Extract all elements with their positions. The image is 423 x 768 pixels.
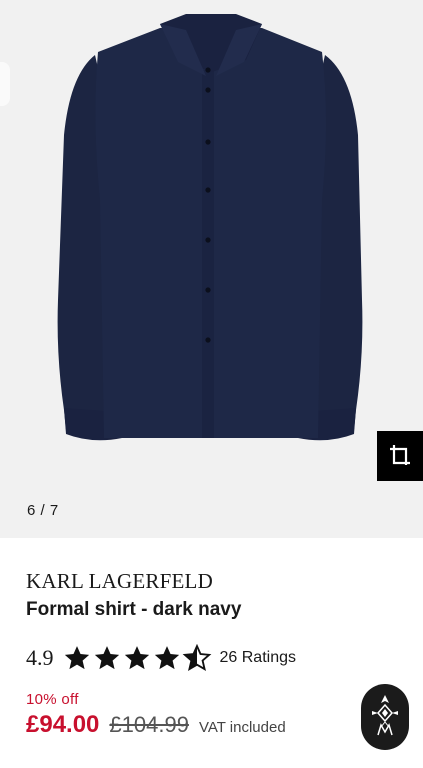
assistant-logo-icon	[372, 695, 398, 736]
current-price: £94.00	[26, 711, 100, 738]
rating-stars	[62, 644, 212, 672]
assistant-button[interactable]	[361, 684, 409, 750]
discount-label: 10% off	[26, 691, 79, 708]
brand-name[interactable]: KARL LAGERFELD	[26, 569, 213, 594]
ar-view-icon	[390, 445, 410, 465]
star-half-icon	[182, 644, 211, 671]
star-icon	[124, 646, 149, 670]
price-row: £94.00 £104.99 VAT included	[26, 711, 286, 739]
original-price: £104.99	[109, 712, 189, 737]
product-image-shirt[interactable]	[0, 0, 423, 538]
rating-value: 4.9	[26, 645, 54, 670]
vat-note: VAT included	[198, 719, 286, 736]
image-counter: 6 / 7	[27, 502, 59, 519]
star-icon	[64, 646, 89, 670]
product-title: Formal shirt - dark navy	[26, 599, 242, 620]
star-icon	[154, 646, 179, 670]
star-icon	[94, 646, 119, 670]
ar-view-button[interactable]	[377, 431, 423, 481]
product-image-gallery[interactable]: 6 / 7	[0, 0, 423, 538]
rating-summary[interactable]: 4.9 26 Ratings	[26, 643, 296, 673]
rating-count-link[interactable]: 26 Ratings	[220, 649, 297, 667]
